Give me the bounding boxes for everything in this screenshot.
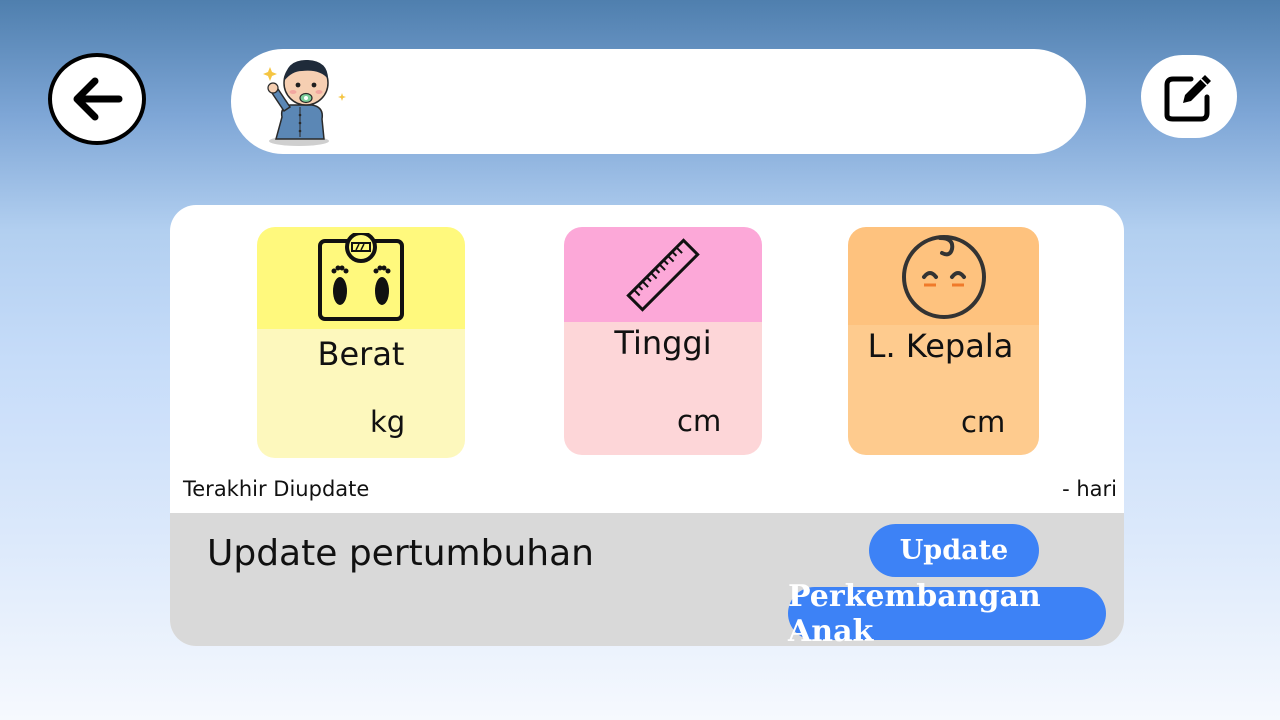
- last-updated-label: Terakhir Diupdate: [183, 477, 370, 501]
- height-card-body: Tinggi cm: [564, 322, 762, 455]
- weight-unit: kg: [370, 405, 406, 439]
- head-card-header: [848, 227, 1039, 325]
- back-button[interactable]: [48, 53, 146, 145]
- growth-update-footer: Update pertumbuhan Update Perkembangan A…: [170, 513, 1124, 646]
- head-label: L. Kepala: [867, 327, 1014, 365]
- scale-icon: [318, 233, 404, 321]
- edit-icon: [1164, 74, 1211, 121]
- footer-title: Update pertumbuhan: [207, 533, 594, 574]
- days-since-update: - hari: [1062, 477, 1117, 501]
- update-button[interactable]: Update: [869, 524, 1039, 577]
- baby-head-icon: [901, 235, 986, 319]
- head-card-body: L. Kepala cm: [848, 325, 1039, 455]
- weight-card-body: Berat kg: [257, 329, 465, 458]
- height-card-header: [564, 227, 762, 322]
- head-unit: cm: [961, 405, 1006, 439]
- height-label: Tinggi: [614, 324, 712, 362]
- weight-label: Berat: [317, 335, 405, 373]
- head-circumference-card[interactable]: L. Kepala cm: [848, 227, 1039, 455]
- baby-avatar: [263, 59, 346, 146]
- height-card[interactable]: Tinggi cm: [564, 227, 762, 455]
- weight-card[interactable]: Berat kg: [257, 227, 465, 458]
- growth-summary-card: Berat kg Tinggi cm L. Kepala cm Terakhir…: [170, 205, 1124, 646]
- edit-button[interactable]: [1141, 55, 1237, 138]
- child-development-button[interactable]: Perkembangan Anak: [788, 579, 1106, 646]
- height-unit: cm: [677, 404, 722, 438]
- weight-card-header: [257, 227, 465, 329]
- child-header-bar: [231, 49, 1086, 154]
- ruler-icon: [626, 237, 700, 312]
- arrow-left-icon: [73, 77, 123, 121]
